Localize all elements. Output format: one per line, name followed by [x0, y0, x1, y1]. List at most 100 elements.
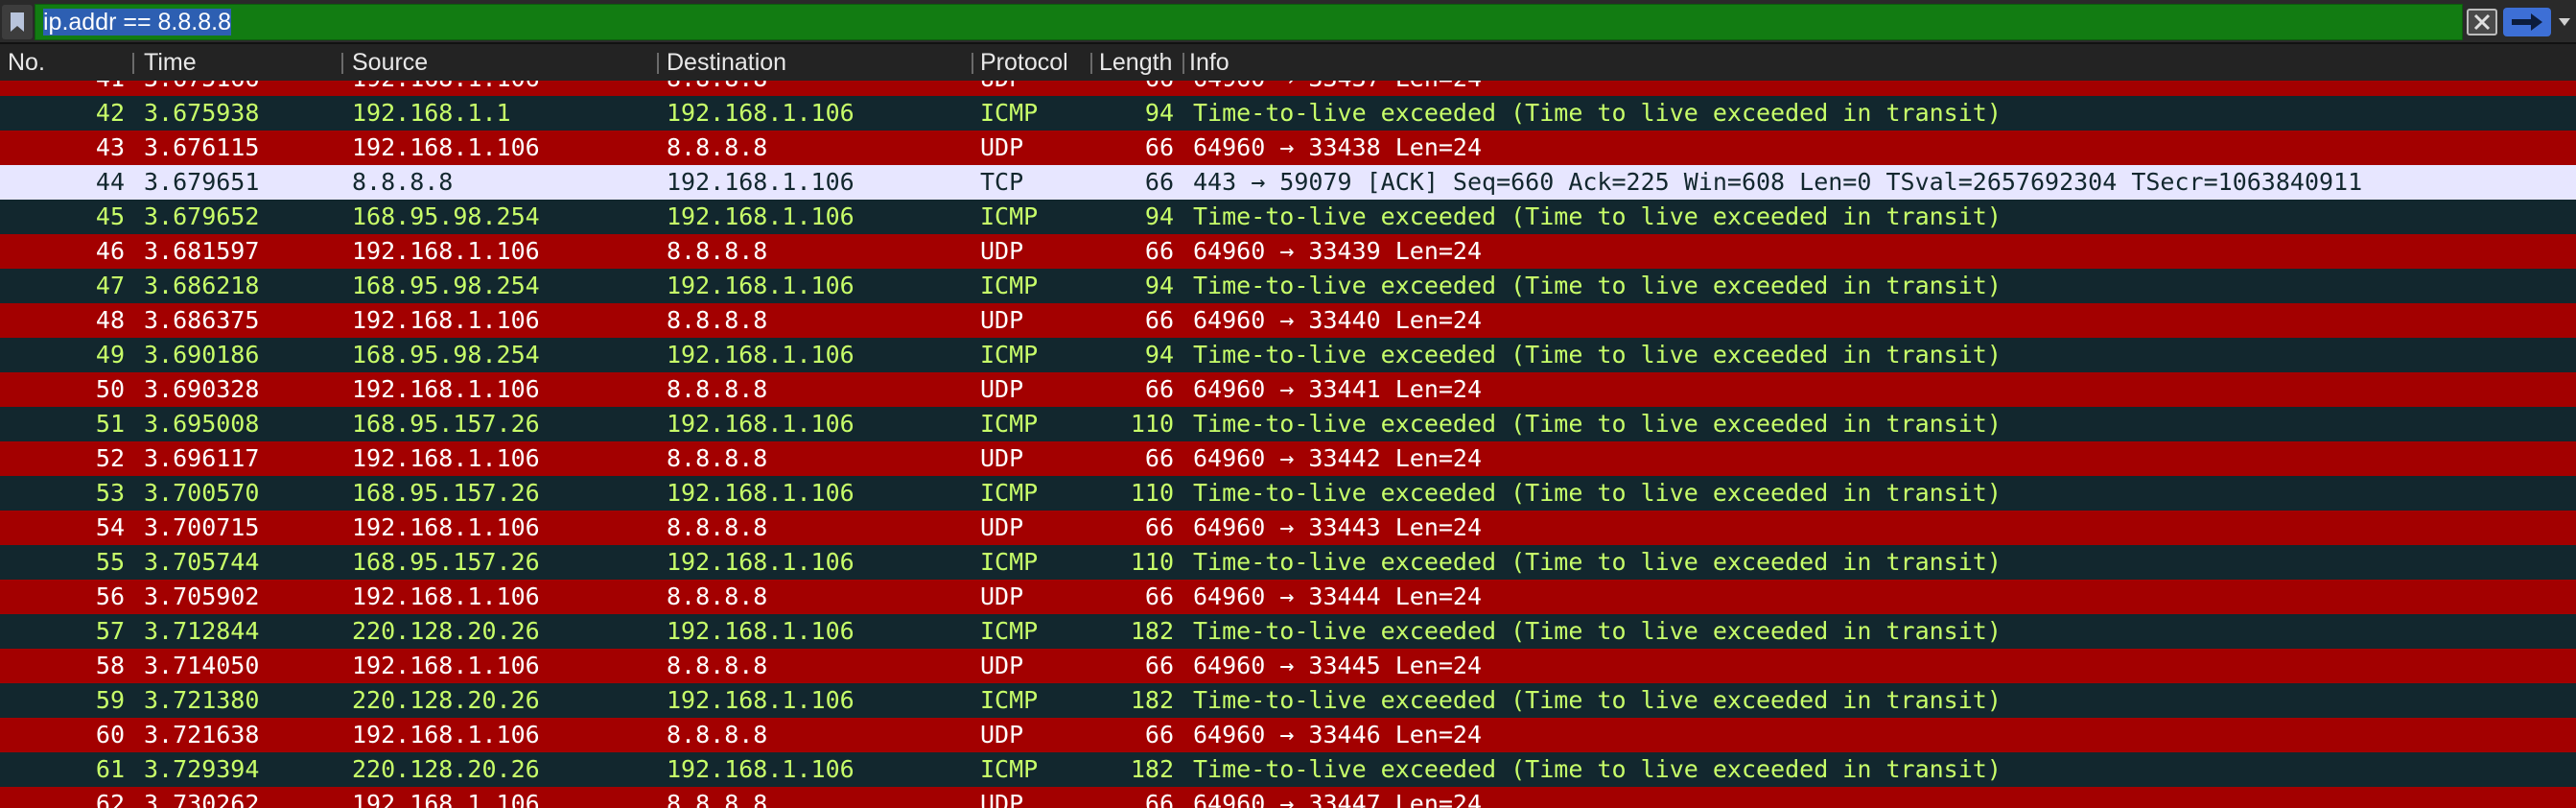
packet-row[interactable]: 44 3.679651 8.8.8.8 192.168.1.106 TCP 66 443 →…: [0, 165, 2576, 200]
packet-time: 3.721380: [144, 686, 260, 714]
packet-info: 64960 → 33441 Len=24: [1193, 375, 1483, 403]
packet-protocol: ICMP: [980, 202, 1039, 230]
clear-filter-button[interactable]: [2467, 9, 2497, 36]
packet-info: 64960 → 33442 Len=24: [1193, 444, 1483, 472]
column-header-protocol[interactable]: Protocol: [980, 44, 1088, 81]
packet-protocol: ICMP: [980, 99, 1039, 127]
apply-filter-button[interactable]: [2503, 8, 2551, 36]
column-divider[interactable]: [341, 53, 343, 74]
packet-row[interactable]: 48 3.686375 192.168.1.106 8.8.8.8 UDP 66 64960…: [0, 303, 2576, 338]
column-header-no[interactable]: No.: [8, 44, 132, 81]
packet-row[interactable]: 51 3.695008 168.95.157.26 192.168.1.106 ICMP…: [0, 407, 2576, 441]
column-divider[interactable]: [132, 53, 134, 74]
packet-time: 3.686218: [144, 272, 260, 299]
column-divider[interactable]: [1090, 53, 1092, 74]
chevron-down-icon: [2559, 18, 2570, 26]
column-divider[interactable]: [972, 53, 973, 74]
packet-time: 3.721638: [144, 721, 260, 749]
packet-info: 64960 → 33443 Len=24: [1193, 513, 1483, 541]
packet-protocol: ICMP: [980, 479, 1039, 507]
packet-length: 94: [1144, 341, 1174, 368]
packet-destination: 8.8.8.8: [667, 721, 768, 749]
packet-source: 220.128.20.26: [352, 755, 540, 783]
packet-row[interactable]: 42 3.675938 192.168.1.1 192.168.1.106 ICMP 94…: [0, 96, 2576, 131]
packet-length: 66: [1084, 81, 1174, 96]
packet-number: 52: [95, 444, 125, 472]
filter-bookmark-button[interactable]: [2, 5, 33, 39]
packet-row[interactable]: 59 3.721380 220.128.20.26 192.168.1.106 ICMP…: [0, 683, 2576, 718]
packet-number: 51: [95, 410, 125, 438]
column-header-time[interactable]: Time: [144, 44, 336, 81]
packet-length: 66: [1144, 652, 1174, 679]
packet-row[interactable]: 54 3.700715 192.168.1.106 8.8.8.8 UDP 66 64960…: [0, 511, 2576, 545]
packet-row[interactable]: 58 3.714050 192.168.1.106 8.8.8.8 UDP 66 64960…: [0, 649, 2576, 683]
packet-destination: 192.168.1.106: [667, 341, 855, 368]
packet-row[interactable]: 53 3.700570 168.95.157.26 192.168.1.106 ICMP…: [0, 476, 2576, 511]
packet-protocol: UDP: [980, 133, 1024, 161]
packet-row[interactable]: 55 3.705744 168.95.157.26 192.168.1.106 ICMP…: [0, 545, 2576, 580]
packet-length: 66: [1144, 513, 1174, 541]
display-filter-input[interactable]: ip.addr == 8.8.8.8: [35, 4, 2463, 40]
packet-source: 168.95.157.26: [352, 410, 540, 438]
packet-protocol: ICMP: [980, 755, 1039, 783]
packet-list[interactable]: 413.675166192.168.1.1068.8.8.8UDP6664960…: [0, 81, 2576, 808]
packet-number: 54: [95, 513, 125, 541]
packet-source: 168.95.157.26: [352, 548, 540, 576]
packet-destination: 192.168.1.106: [667, 410, 855, 438]
column-header-source[interactable]: Source: [352, 44, 654, 81]
column-header-info[interactable]: Info: [1189, 44, 1381, 81]
packet-number: 60: [95, 721, 125, 749]
packet-protocol: ICMP: [980, 341, 1039, 368]
packet-time: 3.705902: [144, 582, 260, 610]
packet-row[interactable]: 46 3.681597 192.168.1.106 8.8.8.8 UDP 66 64960…: [0, 234, 2576, 269]
packet-info: Time-to-live exceeded (Time to live exce…: [1193, 341, 2002, 368]
packet-info: Time-to-live exceeded (Time to live exce…: [1193, 617, 2002, 645]
packet-destination: 8.8.8.8: [667, 133, 768, 161]
bookmark-icon: [11, 12, 24, 32]
packet-row[interactable]: 41 3.675166 192.168.1.106 8.8.8.8 UDP66 64960…: [0, 81, 2576, 96]
column-header-destination[interactable]: Destination: [667, 44, 969, 81]
packet-row[interactable]: 49 3.690186 168.95.98.254 192.168.1.106 ICMP…: [0, 338, 2576, 372]
packet-row[interactable]: 57 3.712844 220.128.20.26 192.168.1.106 ICMP…: [0, 614, 2576, 649]
packet-destination: 192.168.1.106: [667, 479, 855, 507]
packet-row[interactable]: 61 3.729394 220.128.20.26 192.168.1.106 ICMP…: [0, 752, 2576, 787]
packet-time: 3.714050: [144, 652, 260, 679]
packet-time: 3.695008: [144, 410, 260, 438]
packet-row[interactable]: 60 3.721638 192.168.1.106 8.8.8.8 UDP 66 64960…: [0, 718, 2576, 752]
filter-text: ip.addr == 8.8.8.8: [43, 9, 231, 36]
packet-number: 49: [95, 341, 125, 368]
packet-length: 66: [1144, 375, 1174, 403]
packet-info: Time-to-live exceeded (Time to live exce…: [1193, 548, 2002, 576]
packet-length: 182: [1130, 617, 1174, 645]
packet-info: Time-to-live exceeded (Time to live exce…: [1193, 755, 2002, 783]
packet-time: 3.700570: [144, 479, 260, 507]
packet-row[interactable]: 52 3.696117 192.168.1.106 8.8.8.8 UDP 66 64960…: [0, 441, 2576, 476]
packet-protocol: UDP: [980, 513, 1024, 541]
packet-source: 192.168.1.106: [352, 513, 540, 541]
packet-protocol: TCP: [980, 168, 1024, 196]
packet-row[interactable]: 56 3.705902 192.168.1.106 8.8.8.8 UDP 66 64960…: [0, 580, 2576, 614]
packet-destination: 8.8.8.8: [667, 81, 973, 96]
packet-protocol: ICMP: [980, 686, 1039, 714]
packet-number: 43: [95, 133, 125, 161]
packet-length: 94: [1144, 272, 1174, 299]
packet-row[interactable]: 43 3.676115 192.168.1.106 8.8.8.8 UDP 66 64960…: [0, 131, 2576, 165]
packet-destination: 192.168.1.106: [667, 99, 855, 127]
packet-info: 64960 → 33437 Len=24: [1193, 81, 2574, 96]
column-divider[interactable]: [657, 53, 659, 74]
packet-time: 3.729394: [144, 755, 260, 783]
packet-time: 3.705744: [144, 548, 260, 576]
packet-number: 56: [95, 582, 125, 610]
packet-destination: 8.8.8.8: [667, 306, 768, 334]
column-divider[interactable]: [1183, 53, 1184, 74]
packet-length: 182: [1130, 686, 1174, 714]
packet-destination: 8.8.8.8: [667, 375, 768, 403]
packet-time: 3.676115: [144, 133, 260, 161]
packet-row[interactable]: 50 3.690328 192.168.1.106 8.8.8.8 UDP 66 64960…: [0, 372, 2576, 407]
packet-row[interactable]: 45 3.679652 168.95.98.254 192.168.1.106 ICMP…: [0, 200, 2576, 234]
column-header-length[interactable]: Length: [1099, 44, 1180, 81]
packet-row[interactable]: 62 3.730262 192.168.1.106 8.8.8.8 UDP 66 64960…: [0, 787, 2576, 808]
filter-history-dropdown[interactable]: [2555, 8, 2574, 36]
packet-info: Time-to-live exceeded (Time to live exce…: [1193, 202, 2002, 230]
packet-row[interactable]: 47 3.686218 168.95.98.254 192.168.1.106 ICMP…: [0, 269, 2576, 303]
